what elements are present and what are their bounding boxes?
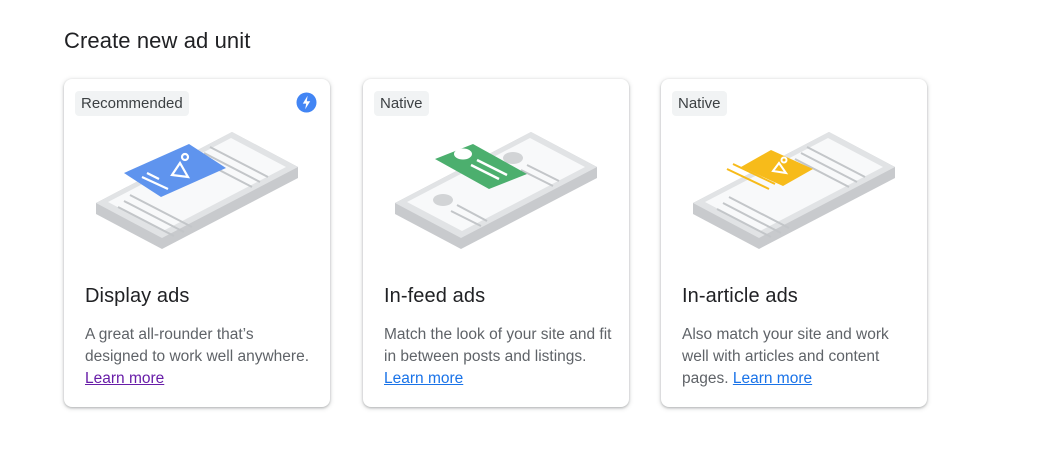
in-article-ads-illustration xyxy=(693,132,895,249)
display-ads-card[interactable]: Recommended Display ads A great all-roun… xyxy=(64,79,330,407)
bolt-icon xyxy=(296,92,317,113)
in-feed-ads-illustration xyxy=(395,132,597,249)
card-description: Also match your site and work well with … xyxy=(682,326,889,387)
learn-more-link[interactable]: Learn more xyxy=(384,370,463,387)
native-badge: Native xyxy=(374,91,429,116)
learn-more-link[interactable]: Learn more xyxy=(733,370,812,387)
in-feed-ads-card[interactable]: Native In-feed ads Match the look of you… xyxy=(363,79,629,407)
native-badge: Native xyxy=(672,91,727,116)
recommended-badge: Recommended xyxy=(75,91,189,116)
learn-more-link[interactable]: Learn more xyxy=(85,370,164,387)
page-title: Create new ad unit xyxy=(64,28,251,53)
card-title: In-article ads xyxy=(682,285,798,307)
card-description: A great all-rounder that’s designed to w… xyxy=(85,326,310,387)
display-ads-illustration xyxy=(96,132,298,249)
in-article-ads-card[interactable]: Native In-article ads Also match your si… xyxy=(661,79,927,407)
create-ad-unit-page: Create new ad unit Recommended Display a… xyxy=(0,0,1039,452)
card-title: Display ads xyxy=(85,285,190,307)
card-description: Match the look of your site and fit in b… xyxy=(384,326,612,387)
card-title: In-feed ads xyxy=(384,285,486,307)
